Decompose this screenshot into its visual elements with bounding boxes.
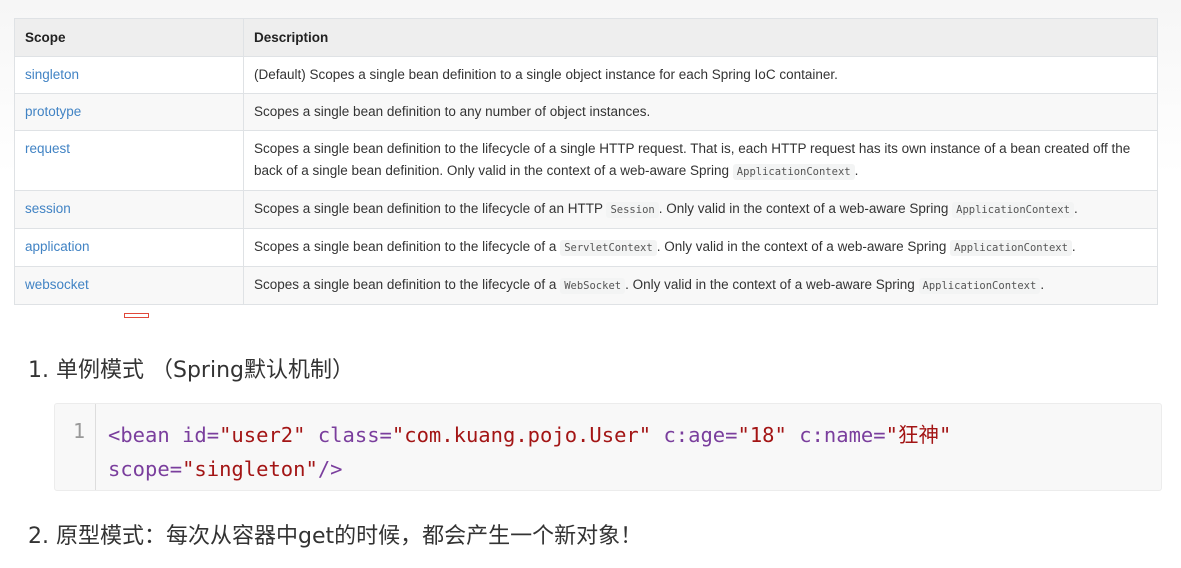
list-item-singleton-mode: 1. 单例模式 （Spring默认机制）: [28, 358, 354, 383]
code-content: <bean id="user2" class="com.kuang.pojo.U…: [108, 418, 1151, 486]
inline-code: ApplicationContext: [732, 164, 855, 180]
desc-text: Scopes a single bean definition to the l…: [254, 141, 1131, 178]
desc-text: Scopes a single bean definition to the l…: [254, 201, 607, 216]
scope-link-application[interactable]: application: [25, 239, 90, 254]
inline-code: Session: [606, 202, 659, 218]
table-row: singleton (Default) Scopes a single bean…: [14, 56, 1158, 94]
inline-code: ApplicationContext: [950, 240, 1072, 256]
scope-link-session[interactable]: session: [25, 201, 71, 216]
row-description: Scopes a single bean definition to the l…: [243, 190, 1158, 229]
table-row: request Scopes a single bean definition …: [14, 130, 1158, 191]
inline-code: ServletContext: [560, 240, 657, 256]
row-description: Scopes a single bean definition to any n…: [243, 93, 1158, 131]
scope-link-prototype[interactable]: prototype: [25, 104, 81, 119]
table-row: websocket Scopes a single bean definitio…: [14, 266, 1158, 305]
header-scope: Scope: [14, 18, 244, 57]
desc-text: . Only valid in the context of a web-awa…: [625, 277, 919, 292]
code-string: "18": [737, 423, 787, 447]
inline-code: ApplicationContext: [918, 278, 1041, 294]
code-attr: id=: [182, 423, 220, 447]
scope-link-singleton[interactable]: singleton: [25, 67, 79, 82]
desc-text: . Only valid in the context of a web-awa…: [656, 239, 951, 254]
desc-text: .: [1071, 239, 1076, 254]
code-attr: c:name=: [799, 423, 886, 447]
code-attr: class=: [317, 423, 392, 447]
row-description: Scopes a single bean definition to the l…: [243, 228, 1158, 267]
inline-code: ApplicationContext: [952, 202, 1074, 218]
row-description: Scopes a single bean definition to the l…: [243, 130, 1158, 191]
table-row: prototype Scopes a single bean definitio…: [14, 93, 1158, 131]
code-attr: c:age=: [663, 423, 738, 447]
row-description: (Default) Scopes a single bean definitio…: [243, 56, 1158, 94]
code-string: "狂神": [885, 423, 952, 447]
red-marker: [124, 313, 149, 318]
desc-text: . Only valid in the context of a web-awa…: [658, 201, 953, 216]
header-description: Description: [243, 18, 1158, 57]
row-description: Scopes a single bean definition to the l…: [243, 266, 1158, 305]
scope-link-request[interactable]: request: [25, 141, 70, 156]
table-header-row: Scope Description: [14, 18, 1158, 57]
code-string: "singleton": [182, 457, 318, 481]
desc-text: .: [1040, 277, 1045, 292]
table-row: application Scopes a single bean definit…: [14, 228, 1158, 267]
desc-text: .: [1073, 201, 1078, 216]
desc-text: .: [854, 163, 859, 178]
inline-code: WebSocket: [560, 278, 626, 294]
code-string: "user2": [219, 423, 306, 447]
desc-text: Scopes a single bean definition to the l…: [254, 239, 561, 254]
code-block: 1 <bean id="user2" class="com.kuang.pojo…: [54, 403, 1162, 491]
code-string: "com.kuang.pojo.User": [391, 423, 652, 447]
desc-text: Scopes a single bean definition to the l…: [254, 277, 561, 292]
bean-scope-table: Scope Description singleton (Default) Sc…: [14, 18, 1158, 305]
table-row: session Scopes a single bean definition …: [14, 190, 1158, 229]
code-tag: />: [317, 457, 343, 481]
line-number: 1: [55, 404, 96, 490]
list-item-prototype-mode: 2. 原型模式：每次从容器中get的时候，都会产生一个新对象！: [28, 524, 643, 549]
code-tag: <bean: [108, 423, 170, 447]
scope-link-websocket[interactable]: websocket: [25, 277, 89, 292]
code-attr: scope=: [108, 457, 183, 481]
